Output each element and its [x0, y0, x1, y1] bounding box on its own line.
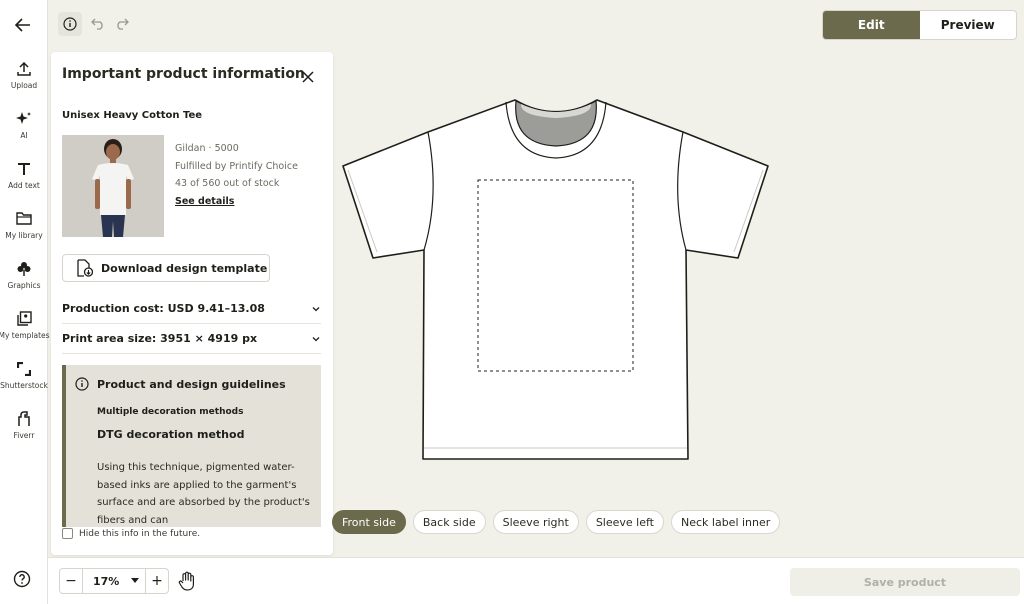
shutterstock-icon — [17, 359, 31, 379]
zoom-control: − 17% + — [59, 568, 169, 594]
chevron-down-icon — [312, 336, 320, 341]
download-file-icon — [77, 259, 93, 277]
shutterstock-tool[interactable]: Shutterstock — [0, 352, 48, 396]
product-meta: Gildan · 5000 Fulfilled by Printify Choi… — [175, 140, 298, 210]
add-text-tool[interactable]: Add text — [0, 152, 48, 196]
tab-neck-label-inner[interactable]: Neck label inner — [670, 510, 781, 534]
save-product-button[interactable]: Save product — [790, 568, 1020, 596]
info-icon — [75, 377, 89, 391]
print-area-accordion[interactable]: Print area size: 3951 × 4919 px — [62, 324, 321, 354]
fiverr-tool[interactable]: Fiverr — [0, 402, 48, 446]
shutterstock-label: Shutterstock — [0, 380, 48, 390]
ai-label: AI — [20, 130, 28, 140]
product-image — [62, 135, 164, 237]
my-templates-tool[interactable]: My templates — [0, 302, 50, 346]
zoom-out-button[interactable]: − — [60, 569, 82, 593]
download-template-button[interactable]: Download design template — [62, 254, 270, 282]
guidelines-subtitle: Multiple decoration methods — [97, 407, 244, 417]
caret-down-icon — [131, 578, 139, 583]
tshirt-canvas[interactable] — [340, 96, 770, 464]
close-icon[interactable] — [302, 68, 316, 83]
my-library-label: My library — [5, 230, 43, 240]
hide-info-row[interactable]: Hide this info in the future. — [62, 528, 200, 539]
left-toolbar: Upload AI Add text My library Graphics M… — [0, 0, 50, 604]
upload-icon — [17, 59, 31, 79]
graphics-label: Graphics — [7, 280, 41, 290]
help-icon[interactable] — [13, 570, 33, 590]
redo-icon[interactable] — [114, 16, 130, 32]
graphics-tool[interactable]: Graphics — [0, 252, 48, 296]
brand-text: Gildan · 5000 — [175, 143, 239, 154]
guidelines-title: Product and design guidelines — [97, 377, 286, 391]
preview-tab[interactable]: Preview — [920, 11, 1017, 39]
back-arrow-icon[interactable] — [12, 14, 34, 36]
side-tabs: Front side Back side Sleeve right Sleeve… — [332, 510, 781, 534]
chevron-down-icon — [312, 306, 320, 311]
upload-tool[interactable]: Upload — [0, 52, 48, 96]
tab-sleeve-right[interactable]: Sleeve right — [492, 510, 579, 534]
zoom-select[interactable]: 17% — [82, 569, 146, 593]
zoom-in-button[interactable]: + — [146, 569, 168, 593]
tab-sleeve-left[interactable]: Sleeve left — [585, 510, 664, 534]
guidelines-header: Product and design guidelines — [75, 377, 286, 391]
production-cost-label: Production cost: USD 9.41–13.08 — [62, 302, 265, 315]
tab-back-side[interactable]: Back side — [412, 510, 486, 534]
fiverr-icon — [17, 409, 31, 429]
panel-title: Important product information — [62, 66, 305, 82]
sparkle-icon — [16, 109, 32, 129]
bottom-bar: − 17% + Save product — [48, 557, 1024, 604]
hide-info-checkbox[interactable] — [62, 528, 73, 539]
product-info-panel: Important product information Unisex Hea… — [51, 52, 333, 555]
method-title: DTG decoration method — [97, 428, 245, 441]
zoom-value: 17% — [93, 574, 120, 588]
upload-label: Upload — [10, 80, 38, 90]
see-details-link[interactable]: See details — [175, 193, 298, 211]
print-area-label: Print area size: 3951 × 4919 px — [62, 332, 258, 345]
tab-front-side[interactable]: Front side — [332, 510, 406, 534]
info-icon — [63, 17, 77, 31]
product-name: Unisex Heavy Cotton Tee — [62, 110, 203, 121]
hand-pan-icon[interactable] — [178, 571, 198, 591]
info-button[interactable] — [58, 12, 82, 36]
my-library-tool[interactable]: My library — [0, 202, 48, 246]
graphics-icon — [17, 259, 31, 279]
guidelines-box: Product and design guidelines Multiple d… — [62, 365, 321, 527]
production-cost-accordion[interactable]: Production cost: USD 9.41–13.08 — [62, 294, 321, 324]
fiverr-label: Fiverr — [13, 430, 35, 440]
fulfilled-text: Fulfilled by Printify Choice — [175, 160, 298, 172]
folder-icon — [16, 209, 32, 229]
add-text-label: Add text — [8, 180, 40, 190]
stock-text: 43 of 560 out of stock — [175, 178, 280, 189]
top-toolbar — [58, 12, 130, 36]
my-templates-label: My templates — [0, 330, 50, 340]
hide-info-label: Hide this info in the future. — [79, 528, 201, 539]
edit-tab[interactable]: Edit — [823, 11, 920, 39]
download-template-label: Download design template — [101, 261, 268, 275]
templates-icon — [16, 309, 32, 329]
undo-icon[interactable] — [90, 16, 106, 32]
text-icon — [17, 159, 31, 179]
ai-tool[interactable]: AI — [0, 102, 48, 146]
method-body: Using this technique, pigmented water-ba… — [97, 462, 310, 526]
mode-toggle: Edit Preview — [822, 10, 1017, 40]
